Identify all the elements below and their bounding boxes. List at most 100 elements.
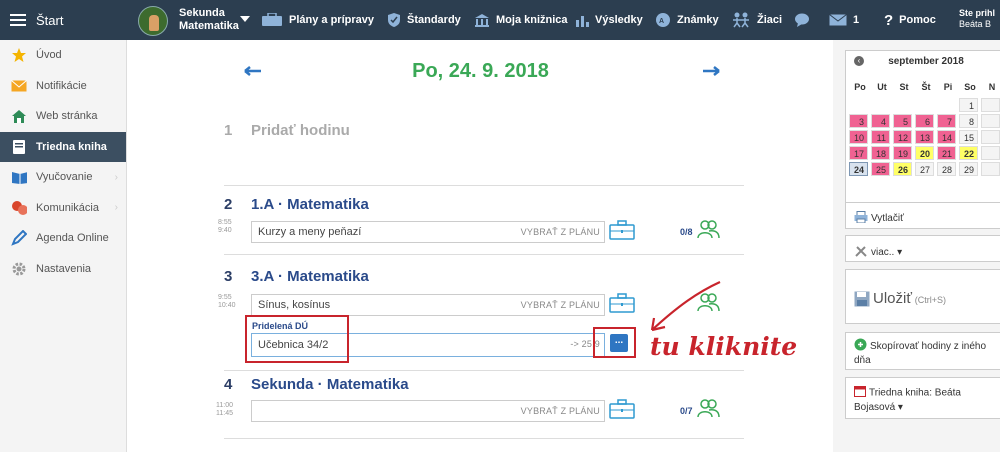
- copy-lessons-button[interactable]: Skopírovať hodiny z iného dňa: [845, 332, 1000, 370]
- nav-results[interactable]: Výsledky: [575, 0, 643, 40]
- calendar-day[interactable]: 28: [937, 162, 956, 176]
- calendar-weekday: Št: [921, 82, 931, 92]
- nav-standards[interactable]: Štandardy: [387, 0, 461, 40]
- sidebar-item-label: Web stránka: [36, 110, 98, 123]
- students-icon[interactable]: [696, 398, 720, 418]
- calendar-day[interactable]: 11: [871, 130, 890, 144]
- nav-label: Známky: [677, 14, 719, 26]
- add-lesson-link[interactable]: Pridať hodinu: [251, 122, 350, 139]
- sidebar-item-uvod[interactable]: Úvod: [0, 40, 126, 71]
- briefcase-icon[interactable]: [609, 399, 635, 419]
- envelope-icon: [829, 14, 847, 26]
- calendar-day[interactable]: 25: [871, 162, 890, 176]
- subject-name: Matematika: [179, 20, 239, 32]
- sidebar-item-vyucovanie[interactable]: Vyučovanie ›: [0, 162, 126, 193]
- briefcase-icon[interactable]: [609, 220, 635, 240]
- calendar-day: [981, 114, 1000, 128]
- lesson-title[interactable]: 3.A · Matematika: [251, 268, 369, 285]
- lesson-topic-input[interactable]: Sínus, kosínus VYBRAŤ Z PLÁNU: [251, 294, 605, 316]
- calendar-day[interactable]: 29: [959, 162, 978, 176]
- lesson-topic-input[interactable]: VYBRAŤ Z PLÁNU: [251, 400, 605, 422]
- user-login-info[interactable]: Ste prihl Beáta B: [959, 8, 995, 30]
- calendar-day[interactable]: 14: [937, 130, 956, 144]
- nav-students[interactable]: Žiaci: [731, 0, 782, 40]
- help-button[interactable]: ? Pomoc: [884, 0, 936, 40]
- time-end: 9:40: [218, 227, 232, 234]
- annotation-arrow-icon: [650, 280, 721, 332]
- time-start: 9:55: [218, 294, 232, 301]
- calendar-day[interactable]: 8: [959, 114, 978, 128]
- pen-icon: [11, 230, 27, 247]
- lesson-title[interactable]: Sekunda · Matematika: [251, 376, 409, 393]
- lesson-topic-input[interactable]: Kurzy a meny peňazí VYBRAŤ Z PLÁNU: [251, 221, 605, 243]
- briefcase-icon[interactable]: [609, 293, 635, 313]
- calendar-day[interactable]: 12: [893, 130, 912, 144]
- calendar-day[interactable]: 13: [915, 130, 934, 144]
- calendar-day[interactable]: 15: [959, 130, 978, 144]
- save-shortcut: (Ctrl+S): [914, 295, 946, 305]
- calendar-day[interactable]: 21: [937, 146, 956, 160]
- calendar-day[interactable]: 24: [849, 162, 868, 176]
- calendar-day[interactable]: 3: [849, 114, 868, 128]
- calendar-day[interactable]: 20: [915, 146, 934, 160]
- print-button[interactable]: Vytlačiť: [845, 202, 1000, 229]
- sidebar-item-notifikacie[interactable]: Notifikácie: [0, 71, 126, 102]
- calendar-day[interactable]: 10: [849, 130, 868, 144]
- calendar-weekday: Po: [854, 82, 866, 92]
- divider: [224, 438, 744, 439]
- calendar-day[interactable]: 4: [871, 114, 890, 128]
- calendar-day[interactable]: 1: [959, 98, 978, 112]
- calendar-day[interactable]: 7: [937, 114, 956, 128]
- choose-from-plan-link[interactable]: VYBRAŤ Z PLÁNU: [521, 227, 600, 237]
- calendar-day: [893, 98, 912, 112]
- nav-plans[interactable]: Plány a prípravy: [261, 0, 374, 40]
- calendar-day[interactable]: 26: [893, 162, 912, 176]
- sidebar-item-komunikacia[interactable]: Komunikácia ›: [0, 193, 126, 224]
- printer-icon: [854, 211, 868, 226]
- sidebar-item-label: Komunikácia: [36, 201, 99, 214]
- chat-icon: [11, 200, 27, 216]
- time-start: 11:00: [216, 402, 233, 409]
- chevron-down-icon[interactable]: [240, 16, 250, 22]
- divider: [224, 370, 744, 371]
- nav-library[interactable]: Moja knižnica: [474, 0, 568, 40]
- class-book-dropdown[interactable]: Triedna kniha: Beáta Bojasová ▾: [845, 377, 1000, 419]
- students-icon[interactable]: [696, 219, 720, 239]
- sidebar-item-triedna-kniha[interactable]: Triedna kniha: [0, 131, 126, 162]
- calendar-day[interactable]: 19: [893, 146, 912, 160]
- calendar-weekday: So: [964, 82, 976, 92]
- calendar-weekday: Ut: [877, 82, 887, 92]
- floppy-icon: [854, 291, 870, 310]
- calendar-month: september 2018: [888, 56, 964, 67]
- sidebar-item-nastavenia[interactable]: Nastavenia: [0, 254, 126, 285]
- sidebar-item-agenda[interactable]: Agenda Online: [0, 223, 126, 254]
- chat-button[interactable]: [794, 0, 812, 40]
- nav-label: Moja knižnica: [496, 14, 568, 26]
- messages-button[interactable]: 1: [829, 0, 859, 40]
- choose-from-plan-link[interactable]: VYBRAŤ Z PLÁNU: [521, 406, 600, 416]
- sidebar-item-label: Nastavenia: [36, 262, 92, 275]
- calendar-day: [937, 98, 956, 112]
- save-button[interactable]: Uložiť (Ctrl+S): [845, 269, 1000, 324]
- start-label: Štart: [36, 12, 64, 28]
- class-selector[interactable]: Sekunda Matematika: [179, 7, 239, 33]
- lesson-title[interactable]: 1.A · Matematika: [251, 196, 369, 213]
- grade-icon: A: [655, 12, 671, 28]
- chevron-right-icon: ›: [114, 171, 118, 183]
- calendar-day[interactable]: 6: [915, 114, 934, 128]
- calendar-day[interactable]: 18: [871, 146, 890, 160]
- time-start: 8:55: [218, 219, 232, 226]
- help-label: Pomoc: [899, 14, 936, 26]
- choose-from-plan-link[interactable]: VYBRAŤ Z PLÁNU: [521, 300, 600, 310]
- start-menu-button[interactable]: Štart: [0, 0, 127, 40]
- more-dropdown[interactable]: viac.. ▾: [845, 235, 1000, 262]
- arrow-right-icon[interactable]: [702, 64, 720, 78]
- nav-grades[interactable]: A Známky: [655, 0, 719, 40]
- calendar-day[interactable]: 5: [893, 114, 912, 128]
- class-avatar[interactable]: [138, 6, 168, 36]
- calendar-day[interactable]: 27: [915, 162, 934, 176]
- sidebar-item-web[interactable]: Web stránka: [0, 101, 126, 132]
- sidebar: Úvod Notifikácie Web stránka Triedna kni…: [0, 40, 127, 452]
- calendar-day[interactable]: 17: [849, 146, 868, 160]
- calendar-day[interactable]: 22: [959, 146, 978, 160]
